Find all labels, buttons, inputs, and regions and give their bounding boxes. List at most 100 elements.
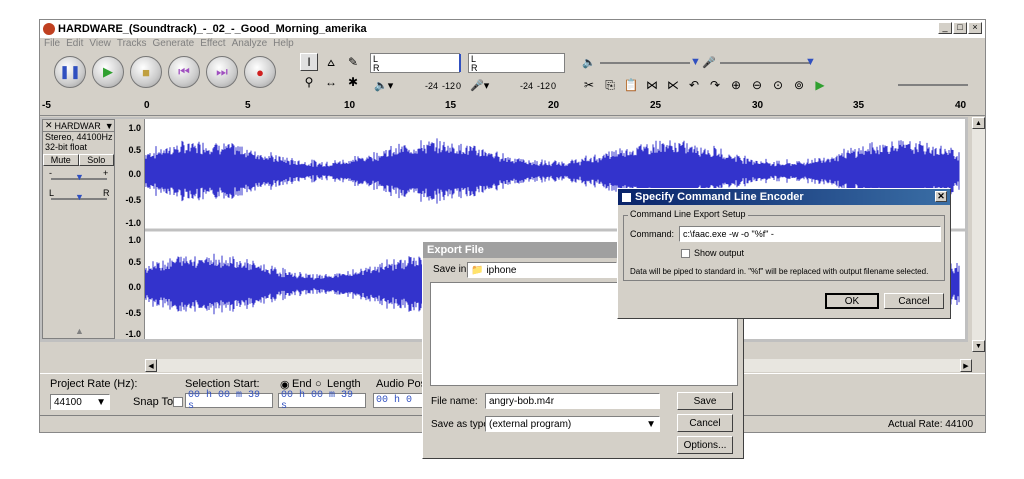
- undo-icon[interactable]: ↶: [685, 76, 703, 94]
- zoom-tool-icon[interactable]: ⚲: [300, 73, 318, 91]
- file-name-label: File name:: [431, 396, 478, 407]
- audio-position-time[interactable]: 00 h 0: [373, 393, 428, 408]
- project-rate-select[interactable]: 44100 ▼: [50, 394, 110, 410]
- save-in-select[interactable]: 📁 iphone: [467, 262, 617, 278]
- draw-tool-icon[interactable]: ✎: [344, 53, 362, 71]
- pause-button[interactable]: ❚❚: [54, 56, 86, 88]
- trim-icon[interactable]: ⋈: [643, 76, 661, 94]
- timeline-ruler[interactable]: -5 0 5 10 15 20 25 30 35 40: [40, 98, 985, 116]
- track-menu-chevron-icon[interactable]: ▼: [105, 121, 114, 131]
- menu-edit[interactable]: Edit: [66, 38, 83, 52]
- ruler-tick: 15: [445, 100, 457, 111]
- input-meter[interactable]: L R: [468, 53, 565, 73]
- encoder-cancel-button[interactable]: Cancel: [884, 293, 944, 309]
- microphone-icon[interactable]: 🎤▾: [470, 79, 489, 92]
- redo-icon[interactable]: ↷: [706, 76, 724, 94]
- snap-to-label: Snap To: [133, 396, 174, 408]
- dropdown-chevron-icon: ▼: [96, 396, 106, 408]
- solo-button[interactable]: Solo: [78, 154, 114, 166]
- save-in-label: Save in:: [433, 264, 470, 275]
- maximize-button[interactable]: □: [953, 22, 967, 34]
- menu-generate[interactable]: Generate: [153, 38, 195, 52]
- play-button[interactable]: ▶: [92, 56, 124, 88]
- skip-start-button[interactable]: ⏮: [168, 56, 200, 88]
- project-rate-label: Project Rate (Hz):: [50, 378, 138, 390]
- cancel-button[interactable]: Cancel: [677, 414, 733, 432]
- speaker-icon[interactable]: 🔈▾: [374, 79, 393, 92]
- stop-button[interactable]: ■: [130, 56, 162, 88]
- scroll-left-icon[interactable]: ◀: [145, 359, 157, 372]
- encoder-title-text: Specify Command Line Encoder: [635, 191, 804, 203]
- scroll-right-icon[interactable]: ▶: [960, 359, 972, 372]
- length-label: Length: [327, 378, 361, 390]
- speed-slider[interactable]: [898, 84, 968, 86]
- show-output-checkbox[interactable]: [681, 249, 690, 258]
- gain-minus-label: -: [49, 168, 52, 178]
- mic-level-icon: 🎤: [702, 57, 716, 69]
- menu-help[interactable]: Help: [273, 38, 294, 52]
- timeshift-tool-icon[interactable]: ↔: [322, 73, 340, 91]
- scroll-down-icon[interactable]: ▼: [972, 340, 985, 352]
- collapse-track-icon[interactable]: ▲: [75, 326, 84, 336]
- multi-tool-icon[interactable]: ✱: [344, 73, 362, 91]
- menu-analyze[interactable]: Analyze: [232, 38, 268, 52]
- mic-slider-thumb-icon[interactable]: ▼: [805, 56, 816, 68]
- zoom-in-icon[interactable]: ⊕: [727, 76, 745, 94]
- save-as-type-select[interactable]: (external program) ▼: [485, 416, 660, 432]
- copy-icon[interactable]: ⎘: [601, 76, 619, 94]
- menu-view[interactable]: View: [89, 38, 111, 52]
- folder-icon: 📁: [471, 264, 484, 276]
- length-radio-icon[interactable]: ○: [315, 378, 322, 390]
- mic-slider[interactable]: [720, 62, 810, 64]
- gain-thumb-icon[interactable]: ▼: [75, 172, 84, 182]
- output-meter[interactable]: L R: [370, 53, 461, 73]
- end-label: End: [292, 378, 312, 390]
- menu-effect[interactable]: Effect: [200, 38, 225, 52]
- menu-tracks[interactable]: Tracks: [117, 38, 147, 52]
- amp-label: 0.0: [128, 169, 141, 179]
- tools-toolbar: I ⩟ ✎ ⚲ ↔ ✱: [300, 53, 364, 91]
- amp-label: 0.5: [128, 257, 141, 267]
- meter-db-12-b: -12: [537, 81, 551, 91]
- ok-button[interactable]: OK: [825, 293, 879, 309]
- vertical-scrollbar[interactable]: ▲ ▼: [972, 117, 985, 352]
- selection-tool-icon[interactable]: I: [300, 53, 318, 71]
- play-at-speed-icon[interactable]: ▶: [811, 76, 829, 94]
- selection-end-time[interactable]: 00 h 00 m 39 s: [278, 390, 366, 412]
- paste-icon[interactable]: 📋: [622, 76, 640, 94]
- selection-start-time[interactable]: 00 h 00 m 39 s: [185, 390, 273, 412]
- track-close-icon[interactable]: ✕: [43, 120, 55, 131]
- save-button[interactable]: Save: [677, 392, 733, 410]
- mute-button[interactable]: Mute: [43, 154, 79, 166]
- dialog-close-icon[interactable]: ✕: [935, 191, 947, 202]
- file-name-input[interactable]: angry-bob.m4r: [485, 393, 660, 409]
- options-button[interactable]: Options...: [677, 436, 733, 454]
- dialog-window-icon: [622, 192, 631, 202]
- cut-icon[interactable]: ✂: [580, 76, 598, 94]
- pan-thumb-icon[interactable]: ▼: [75, 192, 84, 202]
- close-button[interactable]: ×: [968, 22, 982, 34]
- menu-file[interactable]: File: [44, 38, 60, 52]
- meter-toolbar: L R L R 🔈▾ -24 -12 0 🎤▾ -24 -12 0: [370, 53, 565, 99]
- volume-slider[interactable]: [600, 62, 690, 64]
- track-name[interactable]: HARDWAR: [55, 121, 101, 131]
- meter-db-0-b: 0: [551, 81, 557, 91]
- minimize-button[interactable]: _: [938, 22, 952, 34]
- amp-label: -1.0: [125, 218, 141, 228]
- fit-selection-icon[interactable]: ⊙: [769, 76, 787, 94]
- snap-to-checkbox[interactable]: [173, 397, 183, 407]
- envelope-tool-icon[interactable]: ⩟: [322, 53, 340, 71]
- ruler-tick: 40: [955, 100, 967, 111]
- volume-slider-thumb-icon[interactable]: ▼: [690, 56, 701, 68]
- skip-end-button[interactable]: ⏭: [206, 56, 238, 88]
- amp-label: 1.0: [128, 123, 141, 133]
- stop-icon: ■: [142, 64, 150, 80]
- command-input[interactable]: c:\faac.exe -w -o "%f" -: [679, 226, 941, 242]
- fit-project-icon[interactable]: ⊚: [790, 76, 808, 94]
- zoom-out-icon[interactable]: ⊖: [748, 76, 766, 94]
- scroll-up-icon[interactable]: ▲: [972, 117, 985, 129]
- record-icon: ●: [256, 64, 264, 80]
- silence-icon[interactable]: ⋉: [664, 76, 682, 94]
- record-button[interactable]: ●: [244, 56, 276, 88]
- amp-label: -0.5: [125, 195, 141, 205]
